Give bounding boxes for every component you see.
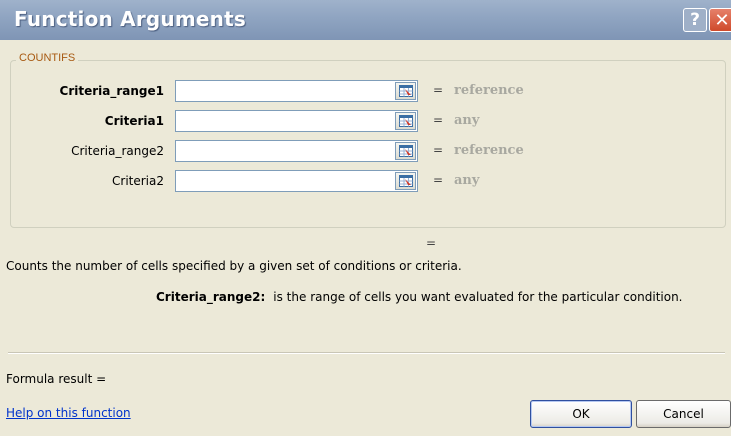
- dialog-title: Function Arguments: [14, 7, 246, 31]
- argument-row-criteria-range1: Criteria_range1 = reference: [0, 80, 731, 104]
- collapse-dialog-button[interactable]: [395, 112, 416, 130]
- argument-type-hint: any: [454, 113, 480, 128]
- argument-row-criteria2: Criteria2 = any: [0, 170, 731, 194]
- argument-row-criteria1: Criteria1 = any: [0, 110, 731, 134]
- equals-sign: =: [433, 113, 444, 127]
- collapse-dialog-icon: [398, 115, 413, 127]
- argument-label: Criteria_range1: [59, 84, 164, 98]
- function-description: Counts the number of cells specified by …: [6, 259, 462, 273]
- collapse-dialog-icon: [398, 145, 413, 157]
- argument-description: Criteria_range2: is the range of cells yo…: [156, 290, 683, 304]
- argument-row-criteria-range2: Criteria_range2 = reference: [0, 140, 731, 164]
- argument-type-hint: any: [454, 173, 480, 188]
- criteria-range1-input[interactable]: [175, 80, 418, 102]
- title-bar[interactable]: Function Arguments ? ✕: [0, 0, 731, 40]
- ok-button[interactable]: OK: [530, 400, 632, 428]
- collapse-dialog-icon: [398, 175, 413, 187]
- argument-type-hint: reference: [454, 143, 524, 158]
- help-on-function-link[interactable]: Help on this function: [6, 406, 131, 420]
- divider: [8, 352, 725, 354]
- help-button[interactable]: ?: [683, 8, 707, 32]
- criteria-range2-input[interactable]: [175, 140, 418, 162]
- collapse-dialog-button[interactable]: [395, 82, 416, 100]
- argument-label: Criteria_range2: [71, 144, 164, 158]
- criteria1-input[interactable]: [175, 110, 418, 132]
- argument-type-hint: reference: [454, 83, 524, 98]
- argument-label: Criteria2: [112, 174, 164, 188]
- cancel-button[interactable]: Cancel: [636, 400, 731, 428]
- equals-sign: =: [433, 173, 444, 187]
- function-result-equals: =: [426, 236, 437, 250]
- collapse-dialog-button[interactable]: [395, 172, 416, 190]
- equals-sign: =: [433, 83, 444, 97]
- close-button[interactable]: ✕: [709, 8, 731, 32]
- current-argument-name: Criteria_range2:: [156, 290, 266, 304]
- help-icon: ?: [690, 10, 700, 30]
- formula-result-label: Formula result =: [6, 372, 107, 386]
- collapse-dialog-button[interactable]: [395, 142, 416, 160]
- argument-label: Criteria1: [104, 114, 164, 128]
- collapse-dialog-icon: [398, 85, 413, 97]
- criteria2-input[interactable]: [175, 170, 418, 192]
- function-name-legend: COUNTIFS: [16, 52, 79, 64]
- equals-sign: =: [433, 143, 444, 157]
- function-arguments-dialog: Function Arguments ? ✕ COUNTIFS Criteria…: [0, 0, 731, 436]
- close-icon: ✕: [714, 9, 730, 31]
- current-argument-text: is the range of cells you want evaluated…: [273, 290, 683, 304]
